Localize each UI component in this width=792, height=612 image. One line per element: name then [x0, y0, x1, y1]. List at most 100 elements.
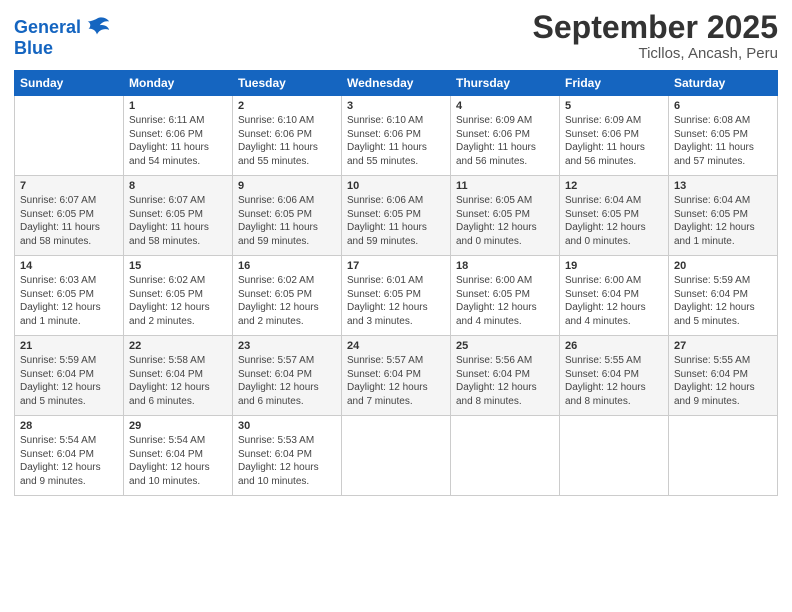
- cell-info-line: Sunrise: 6:07 AM: [129, 195, 205, 206]
- table-row: [342, 416, 451, 496]
- table-row: 2Sunrise: 6:10 AMSunset: 6:06 PMDaylight…: [233, 96, 342, 176]
- cell-info-line: and 1 minute.: [674, 236, 735, 247]
- cell-info-line: Daylight: 11 hours: [565, 142, 645, 153]
- cell-info-line: Sunset: 6:04 PM: [674, 369, 748, 380]
- calendar-header-row: Sunday Monday Tuesday Wednesday Thursday…: [15, 71, 778, 96]
- day-number: 23: [238, 340, 336, 352]
- cell-info-line: Daylight: 12 hours: [238, 462, 319, 473]
- cell-info-line: Sunset: 6:05 PM: [456, 209, 530, 220]
- table-row: 27Sunrise: 5:55 AMSunset: 6:04 PMDayligh…: [669, 336, 778, 416]
- header-row: General Blue September 2025 Ticllos, Anc…: [14, 10, 778, 62]
- cell-info-line: Sunset: 6:05 PM: [347, 209, 421, 220]
- cell-info-line: Daylight: 12 hours: [238, 382, 319, 393]
- cell-info-line: Sunset: 6:04 PM: [20, 369, 94, 380]
- table-row: 7 Sunrise: 6:07 AM Sunset: 6:05 PM Daylight…: [15, 176, 124, 256]
- cell-info-line: Sunrise: 5:54 AM: [129, 435, 205, 446]
- cell-info-line: and 7 minutes.: [347, 396, 413, 407]
- table-row: 4Sunrise: 6:09 AMSunset: 6:06 PMDaylight…: [451, 96, 560, 176]
- cell-info-line: Daylight: 12 hours: [565, 302, 646, 313]
- cell-info-line: Daylight: 11 hours: [20, 222, 100, 233]
- header-saturday: Saturday: [669, 71, 778, 96]
- page-title: September 2025: [533, 10, 778, 45]
- day-number: 7: [20, 180, 118, 192]
- table-row: 1Sunrise: 6:11 AMSunset: 6:06 PMDaylight…: [124, 96, 233, 176]
- cell-info-line: Sunrise: 6:02 AM: [238, 275, 314, 286]
- day-number: 29: [129, 420, 227, 432]
- cell-info-line: and 1 minute.: [20, 316, 81, 327]
- cell-info-line: Sunset: 6:05 PM: [565, 209, 639, 220]
- cell-info-line: Sunrise: 6:09 AM: [456, 115, 532, 126]
- day-number: 15: [129, 260, 227, 272]
- table-row: [15, 96, 124, 176]
- day-number: 14: [20, 260, 118, 272]
- cell-info-line: Daylight: 11 hours: [238, 142, 318, 153]
- header-friday: Friday: [560, 71, 669, 96]
- cell-info-line: and 2 minutes.: [129, 316, 195, 327]
- cell-info-line: Sunrise: 5:55 AM: [674, 355, 750, 366]
- cell-info-line: and 57 minutes.: [674, 156, 745, 167]
- logo-text: General: [14, 18, 81, 38]
- table-row: 24Sunrise: 5:57 AMSunset: 6:04 PMDayligh…: [342, 336, 451, 416]
- page-subtitle: Ticllos, Ancash, Peru: [533, 45, 778, 62]
- cell-info-line: Sunrise: 6:06 AM: [238, 195, 314, 206]
- cell-info-line: and 59 minutes.: [238, 236, 309, 247]
- cell-info-line: Sunrise: 6:08 AM: [674, 115, 750, 126]
- cell-info-line: Daylight: 11 hours: [674, 142, 754, 153]
- header-monday: Monday: [124, 71, 233, 96]
- day-number: 24: [347, 340, 445, 352]
- table-row: 16Sunrise: 6:02 AMSunset: 6:05 PMDayligh…: [233, 256, 342, 336]
- cell-info-line: Sunset: 6:05 PM: [20, 209, 94, 220]
- cell-info-line: Daylight: 12 hours: [565, 382, 646, 393]
- cell-info-line: Sunrise: 6:00 AM: [456, 275, 532, 286]
- calendar-week-row: 14Sunrise: 6:03 AMSunset: 6:05 PMDayligh…: [15, 256, 778, 336]
- table-row: 12Sunrise: 6:04 AMSunset: 6:05 PMDayligh…: [560, 176, 669, 256]
- cell-info-line: and 9 minutes.: [674, 396, 740, 407]
- day-number: 26: [565, 340, 663, 352]
- cell-info-line: and 8 minutes.: [456, 396, 522, 407]
- cell-info-line: Daylight: 12 hours: [129, 302, 210, 313]
- cell-info-line: Sunset: 6:06 PM: [129, 129, 203, 140]
- table-row: 10Sunrise: 6:06 AMSunset: 6:05 PMDayligh…: [342, 176, 451, 256]
- table-row: [560, 416, 669, 496]
- cell-info-line: Daylight: 11 hours: [129, 142, 209, 153]
- cell-info-line: Sunset: 6:05 PM: [674, 129, 748, 140]
- cell-info-line: Sunrise: 6:00 AM: [565, 275, 641, 286]
- cell-info-line: Daylight: 12 hours: [456, 222, 537, 233]
- table-row: 30Sunrise: 5:53 AMSunset: 6:04 PMDayligh…: [233, 416, 342, 496]
- cell-info-line: Sunset: 6:05 PM: [238, 209, 312, 220]
- cell-info-line: Sunrise: 6:02 AM: [129, 275, 205, 286]
- table-row: 17Sunrise: 6:01 AMSunset: 6:05 PMDayligh…: [342, 256, 451, 336]
- cell-info-line: Sunrise: 5:59 AM: [674, 275, 750, 286]
- cell-info-line: Daylight: 12 hours: [20, 382, 101, 393]
- day-number: 21: [20, 340, 118, 352]
- cell-info-line: and 5 minutes.: [20, 396, 86, 407]
- cell-info-line: Daylight: 12 hours: [456, 382, 537, 393]
- cell-info-line: Daylight: 12 hours: [20, 462, 101, 473]
- table-row: 26Sunrise: 5:55 AMSunset: 6:04 PMDayligh…: [560, 336, 669, 416]
- cell-info-line: and 58 minutes.: [129, 236, 200, 247]
- cell-info-line: Daylight: 12 hours: [129, 462, 210, 473]
- day-number: 12: [565, 180, 663, 192]
- cell-info-line: Sunrise: 6:07 AM: [20, 195, 96, 206]
- cell-info-line: Sunrise: 5:56 AM: [456, 355, 532, 366]
- cell-info-line: Daylight: 11 hours: [347, 142, 427, 153]
- cell-info-line: Sunset: 6:04 PM: [565, 369, 639, 380]
- day-number: 2: [238, 100, 336, 112]
- logo-line1: General: [14, 17, 81, 37]
- day-number: 17: [347, 260, 445, 272]
- cell-info-line: and 59 minutes.: [347, 236, 418, 247]
- table-row: [451, 416, 560, 496]
- table-row: 18Sunrise: 6:00 AMSunset: 6:05 PMDayligh…: [451, 256, 560, 336]
- cell-info-line: Sunset: 6:04 PM: [238, 369, 312, 380]
- day-number: 22: [129, 340, 227, 352]
- cell-info-line: Daylight: 12 hours: [565, 222, 646, 233]
- table-row: 25Sunrise: 5:56 AMSunset: 6:04 PMDayligh…: [451, 336, 560, 416]
- cell-info-line: and 4 minutes.: [565, 316, 631, 327]
- day-number: 4: [456, 100, 554, 112]
- cell-info-line: Daylight: 11 hours: [347, 222, 427, 233]
- cell-info-line: Daylight: 12 hours: [20, 302, 101, 313]
- cell-info-line: Sunrise: 6:10 AM: [238, 115, 314, 126]
- cell-info-line: Sunrise: 5:53 AM: [238, 435, 314, 446]
- cell-info-line: Sunrise: 5:58 AM: [129, 355, 205, 366]
- cell-info-line: and 56 minutes.: [456, 156, 527, 167]
